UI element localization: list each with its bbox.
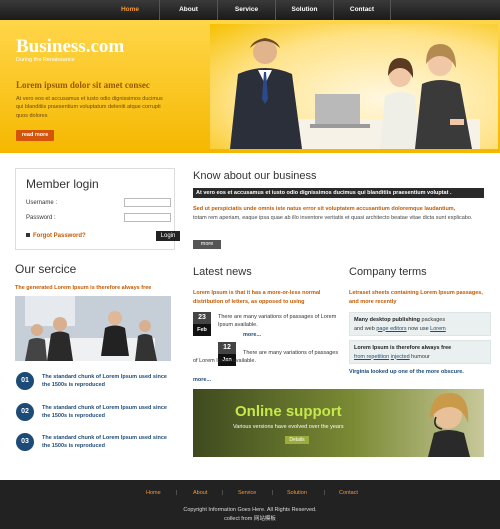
username-input[interactable]	[124, 198, 171, 207]
footer-link-service[interactable]: Service	[238, 490, 256, 496]
nav-service[interactable]: Service	[217, 0, 275, 20]
footer: Home | About | Service | Solution | Cont…	[0, 480, 500, 529]
news-text-2: There are many variations of passages of…	[193, 350, 339, 365]
nav-home[interactable]: Home	[101, 0, 159, 20]
hero-body: At vero eos et accusamus et iusto odio d…	[16, 96, 163, 119]
footer-separator: |	[222, 490, 224, 496]
support-agent-photo	[428, 393, 470, 457]
service-subtitle: The generated Lorem Ipsum is therefore a…	[15, 285, 152, 291]
news-day: 23	[193, 312, 211, 324]
service-number-2: 02	[16, 403, 34, 421]
page-editors-link[interactable]: page editors	[376, 326, 406, 332]
injected-link[interactable]: injected	[391, 354, 410, 360]
know-more-button[interactable]: more	[193, 240, 221, 249]
service-title: Our sercice	[15, 262, 77, 276]
online-support-banner: Online support Various versions have evo…	[193, 389, 484, 457]
copyright-text: Copyright Information Goes Here. All Rig…	[183, 507, 317, 513]
password-input[interactable]	[124, 213, 171, 222]
details-button[interactable]: Details	[285, 436, 309, 444]
company-box-1: Many desktop publishing packages and web…	[349, 312, 491, 336]
service-number-3: 03	[16, 433, 34, 451]
box1-line2b: now use	[406, 325, 431, 332]
box1-rest: packages	[420, 317, 446, 323]
nav-contact[interactable]: Contact	[333, 0, 391, 20]
news-subtitle: Lorem Ipsum is that it has a more-or-les…	[193, 290, 321, 305]
login-button[interactable]: Login	[156, 231, 180, 241]
box1-line2a: and web	[354, 325, 377, 332]
lorem-link[interactable]: Lorem	[430, 326, 446, 332]
top-navigation: Home About Service Solution Contact	[0, 0, 500, 20]
member-login-panel: Member login Username : Password : Forgo…	[15, 168, 180, 250]
news-more-link-2[interactable]: more...	[193, 377, 211, 383]
nav-about[interactable]: About	[159, 0, 217, 20]
news-date-1: 23 Feb	[193, 312, 211, 336]
collect-text[interactable]: collect from 网站模板	[0, 515, 500, 524]
news-month: Feb	[193, 324, 211, 336]
username-label: Username :	[26, 200, 58, 206]
company-subtitle: Letraset sheets containing Lorem Ipsum p…	[349, 290, 483, 305]
password-label: Password :	[26, 215, 56, 221]
footer-link-about[interactable]: About	[193, 490, 207, 496]
news-title: Latest news	[193, 266, 252, 278]
company-box-2: Lorem Ipsum is therefore always free fro…	[349, 340, 491, 364]
nav-solution[interactable]: Solution	[275, 0, 333, 20]
online-support-title: Online support	[235, 403, 342, 420]
business-meeting-photo	[210, 24, 498, 149]
footer-copyright: Copyright Information Goes Here. All Rig…	[0, 506, 500, 524]
read-more-button[interactable]: read more	[16, 130, 54, 141]
footer-link-home[interactable]: Home	[146, 490, 161, 496]
service-item-3[interactable]: The standard chunk of Lorem Ipsum used s…	[42, 434, 172, 451]
service-item-1[interactable]: The standard chunk of Lorem Ipsum used s…	[42, 373, 172, 390]
forgot-password-link[interactable]: Forgot Password?	[26, 233, 86, 239]
footer-separator: |	[272, 490, 274, 496]
service-photo	[15, 296, 171, 361]
box2-bold: Lorem Ipsum is therefore always free	[354, 345, 452, 351]
news-more-link-1[interactable]: more...	[243, 332, 261, 338]
logo-tagline: During the Renaissance	[16, 57, 75, 63]
footer-link-contact[interactable]: Contact	[339, 490, 358, 496]
repetition-link[interactable]: from repetition	[354, 354, 389, 360]
footer-link-solution[interactable]: Solution	[287, 490, 307, 496]
company-link[interactable]: Virginia looked up one of the more obscu…	[349, 369, 464, 375]
know-orange-text: Sed ut perspiciatis unde omnis iste natu…	[193, 206, 456, 212]
forgot-password-text: Forgot Password?	[33, 233, 86, 239]
hero-headline: Lorem ipsum dolor sit amet consec	[16, 80, 150, 90]
box1-bold: Many desktop publishing	[354, 317, 421, 323]
footer-separator: |	[324, 490, 326, 496]
know-highlight-bar: At vero eos et accusamus et iusto odio d…	[193, 188, 484, 198]
site-logo[interactable]: Business.com	[16, 36, 124, 58]
company-title: Company terms	[349, 266, 427, 278]
service-number-1: 01	[16, 372, 34, 390]
member-login-title: Member login	[26, 177, 99, 191]
know-title: Know about our business	[193, 170, 317, 182]
hero-banner: Business.com During the Renaissance Lore…	[0, 20, 500, 153]
online-support-subtitle: Various versions have evolved over the y…	[233, 424, 344, 430]
bullet-icon	[26, 233, 30, 237]
footer-separator: |	[176, 490, 178, 496]
box2-rest: humour	[409, 353, 430, 360]
news-text-1: There are many variations of passages of…	[218, 314, 337, 329]
know-body-text: totam rem aperiam, eaque ipsa quae ab il…	[193, 215, 473, 221]
service-item-2[interactable]: The standard chunk of Lorem Ipsum used s…	[42, 404, 172, 421]
